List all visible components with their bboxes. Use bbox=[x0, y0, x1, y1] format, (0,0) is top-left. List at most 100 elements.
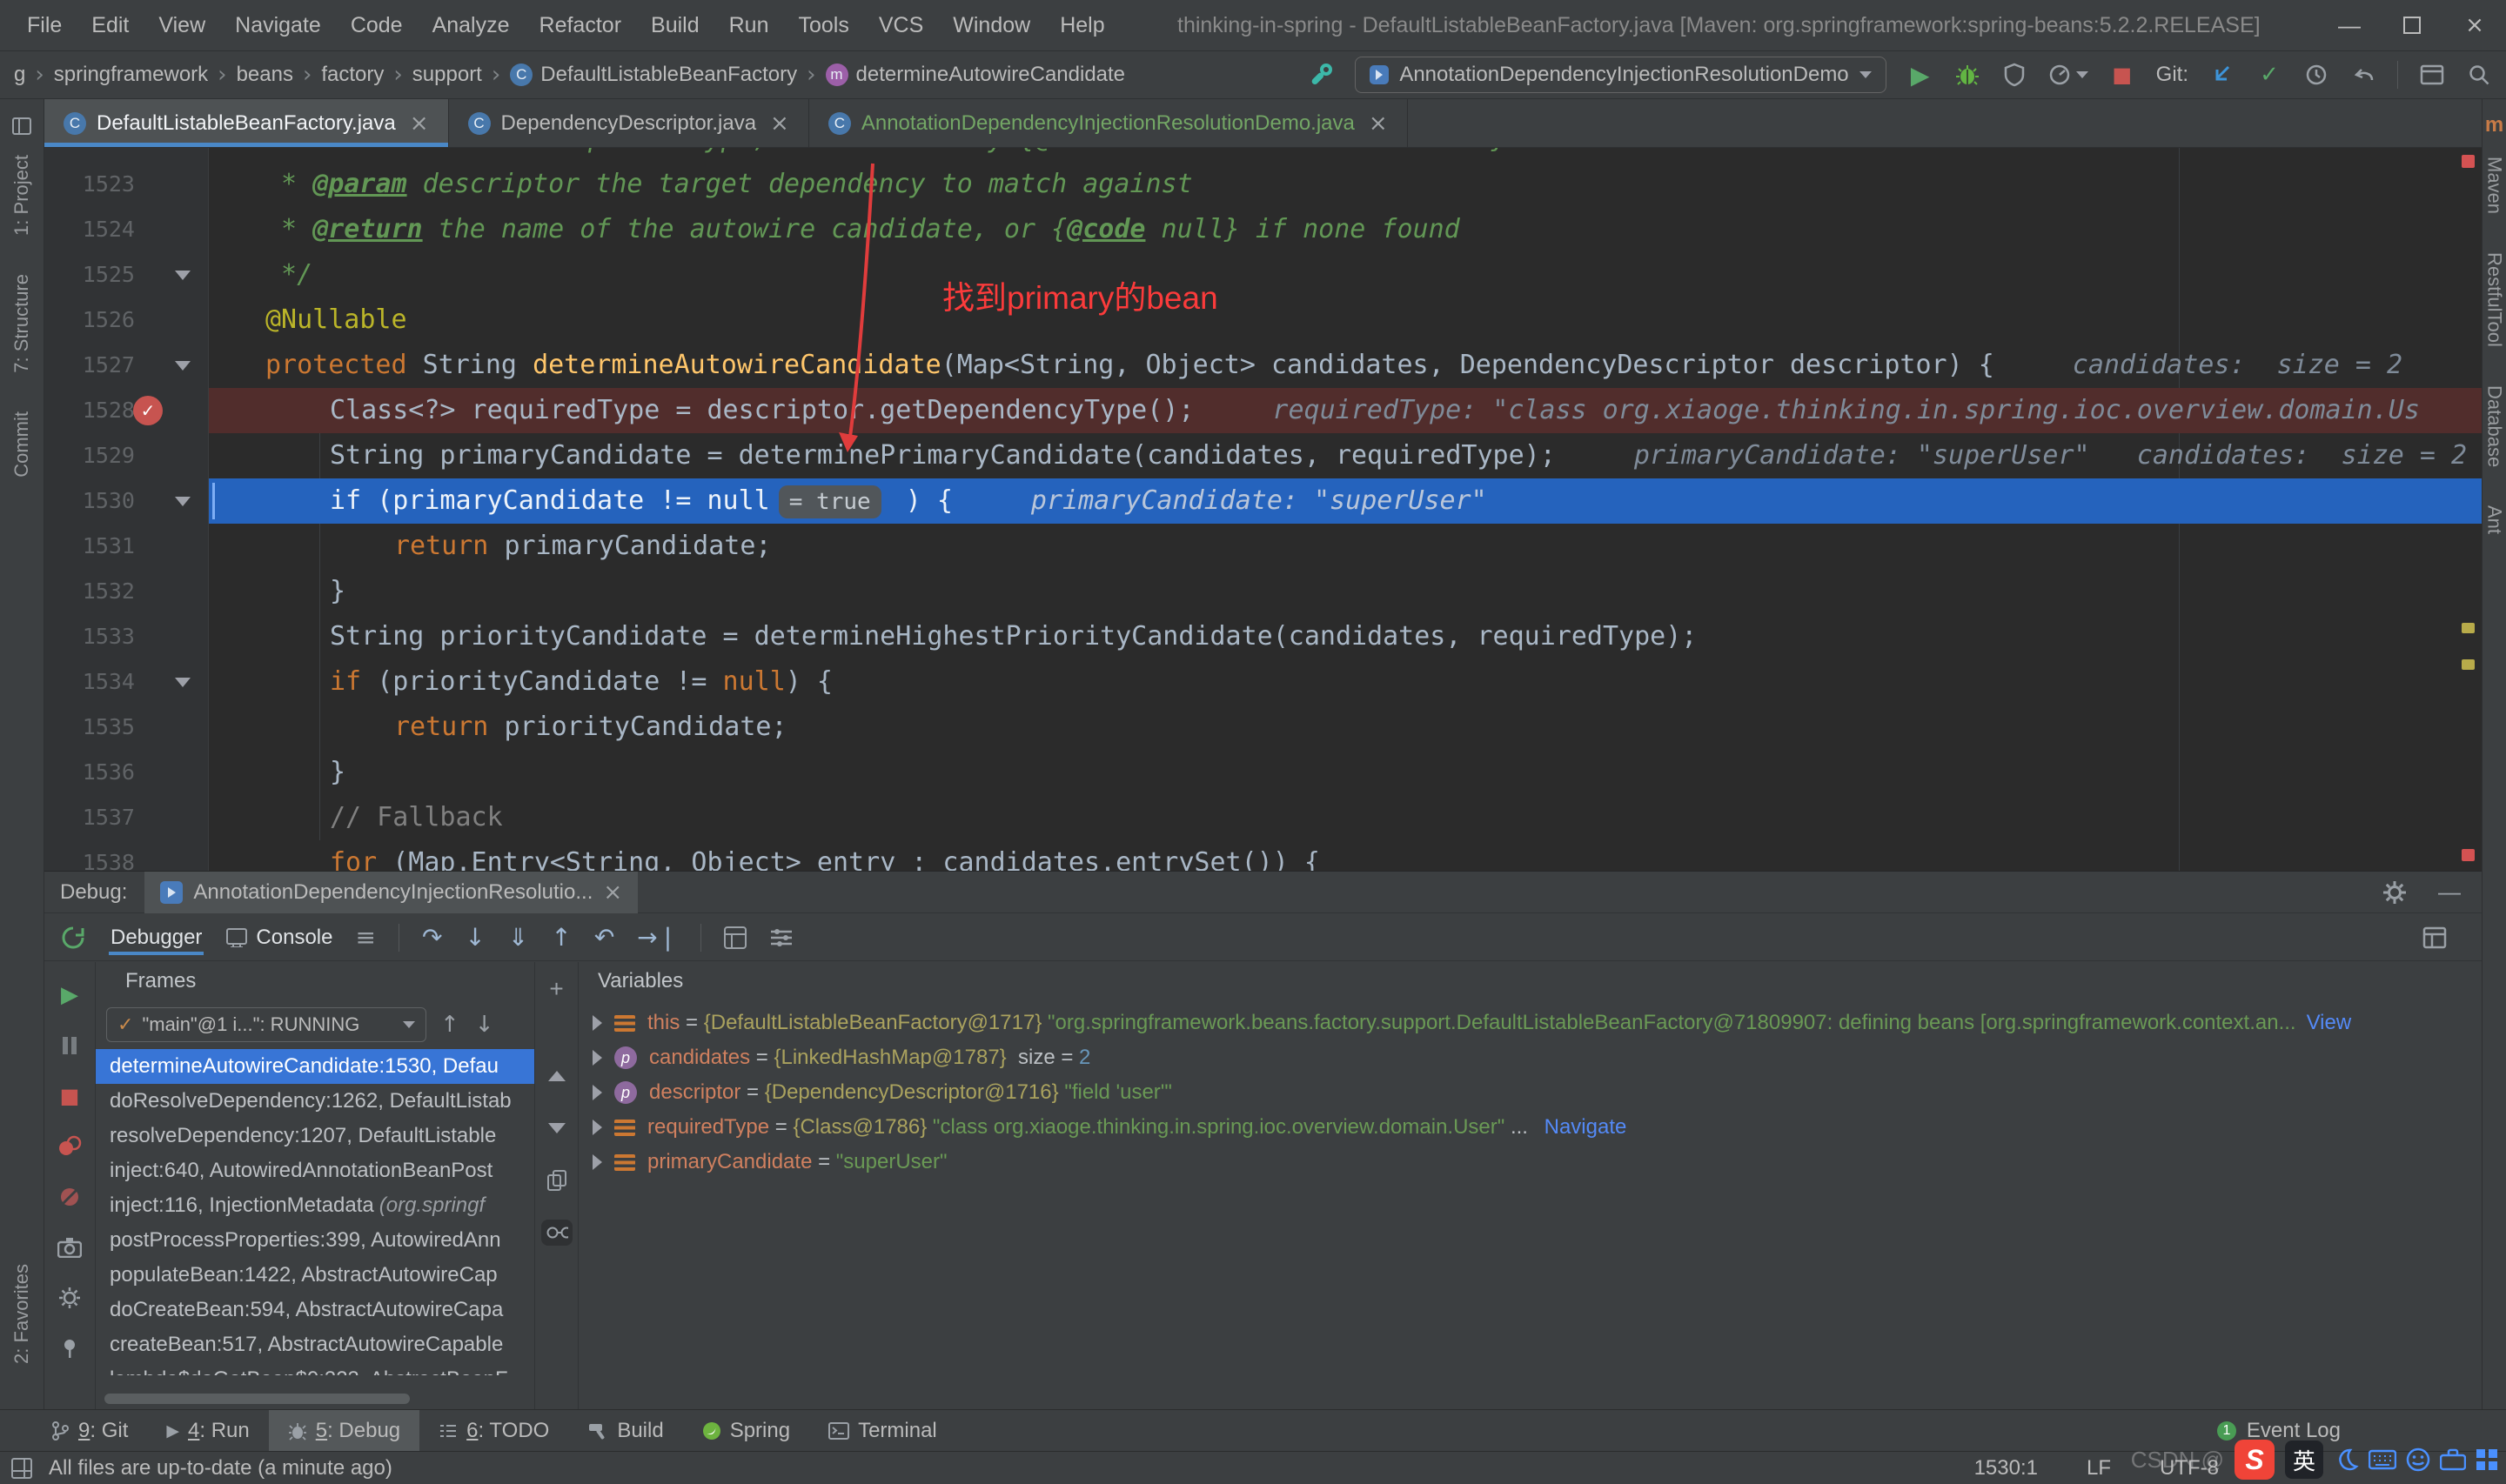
step-out-icon[interactable]: ↑ bbox=[551, 923, 571, 952]
code-line[interactable]: 1526 @Nullable bbox=[44, 297, 2482, 343]
thread-dump-icon[interactable] bbox=[56, 1233, 84, 1261]
code-line[interactable]: 1525 */ bbox=[44, 252, 2482, 297]
stack-frame[interactable]: createBean:517, AbstractAutowireCapable bbox=[96, 1327, 534, 1362]
fold-icon[interactable] bbox=[175, 678, 191, 687]
stop-button[interactable]: ■ bbox=[2109, 60, 2135, 90]
breakpoint-icon[interactable]: ✓ bbox=[133, 396, 163, 425]
code-line[interactable]: 1522 * that match the required type, as … bbox=[44, 148, 2482, 162]
close-icon[interactable]: × bbox=[410, 110, 429, 137]
variable-link[interactable]: View bbox=[2307, 1011, 2352, 1035]
menu-analyze[interactable]: Analyze bbox=[418, 0, 525, 50]
breadcrumb-item[interactable]: g bbox=[14, 63, 25, 87]
previous-frame-icon[interactable]: ↑ bbox=[440, 1012, 459, 1038]
tool-button-9-git[interactable]: 9: Git bbox=[31, 1410, 147, 1451]
step-over-icon[interactable]: ↷ bbox=[422, 923, 442, 952]
drop-frame-icon[interactable]: ↶ bbox=[594, 923, 614, 952]
menu-help[interactable]: Help bbox=[1045, 0, 1119, 50]
search-everywhere-button[interactable] bbox=[2466, 60, 2492, 90]
restore-windows-icon[interactable] bbox=[2419, 60, 2445, 90]
expand-icon[interactable] bbox=[593, 1120, 602, 1135]
tool-window-button-ant[interactable]: Ant bbox=[2483, 505, 2506, 534]
editor-tab[interactable]: C DefaultListableBeanFactory.java × bbox=[44, 99, 449, 147]
gutter[interactable]: 1537 bbox=[44, 795, 209, 840]
debug-button[interactable] bbox=[1954, 60, 1980, 90]
run-button[interactable]: ▶ bbox=[1907, 60, 1933, 90]
menu-tools[interactable]: Tools bbox=[783, 0, 863, 50]
tool-window-button-database[interactable]: Database bbox=[2483, 385, 2506, 467]
history-button[interactable] bbox=[2303, 60, 2329, 90]
fold-icon[interactable] bbox=[175, 361, 191, 371]
breadcrumb-item[interactable]: springframework bbox=[54, 63, 208, 87]
debug-settings-icon[interactable] bbox=[56, 1284, 84, 1312]
stack-frame[interactable]: postProcessProperties:399, AutowiredAnn bbox=[96, 1223, 534, 1258]
stack-frame[interactable]: doCreateBean:594, AbstractAutowireCapa bbox=[96, 1293, 534, 1327]
wrench-icon[interactable] bbox=[1308, 60, 1334, 90]
code-text[interactable]: return priorityCandidate; bbox=[209, 705, 2482, 750]
code-text[interactable]: * @param descriptor the target dependenc… bbox=[209, 162, 2482, 207]
pause-button[interactable] bbox=[56, 1032, 84, 1060]
gutter[interactable]: 1538 bbox=[44, 840, 209, 871]
next-frame-icon[interactable]: ↓ bbox=[475, 1012, 494, 1038]
code-line[interactable]: 1529 String primaryCandidate = determineP… bbox=[44, 433, 2482, 478]
hide-panel-icon[interactable]: — bbox=[2438, 879, 2461, 906]
debug-session-tab[interactable]: AnnotationDependencyInjectionResolutio..… bbox=[144, 871, 639, 913]
code-text[interactable]: // Fallback bbox=[209, 795, 2482, 840]
evaluate-expression-icon[interactable] bbox=[724, 926, 747, 949]
breadcrumb-item[interactable]: support bbox=[412, 63, 482, 87]
copy-icon[interactable] bbox=[541, 1167, 573, 1193]
code-line[interactable]: 1532} bbox=[44, 569, 2482, 614]
code-line[interactable]: 1531 return primaryCandidate; bbox=[44, 524, 2482, 569]
stack-frame[interactable]: doResolveDependency:1262, DefaultListab bbox=[96, 1084, 534, 1119]
expand-icon[interactable] bbox=[593, 1050, 602, 1066]
code-text[interactable]: for (Map.Entry<String, Object> entry : c… bbox=[209, 840, 2482, 871]
mute-breakpoints-icon[interactable] bbox=[56, 1183, 84, 1211]
show-watches-icon[interactable] bbox=[540, 1220, 573, 1246]
error-stripe-mark[interactable] bbox=[2462, 155, 2475, 168]
scrollbar-thumb[interactable] bbox=[104, 1394, 411, 1404]
menu-navigate[interactable]: Navigate bbox=[220, 0, 336, 50]
tool-button-4-run[interactable]: ▶ 4: Run bbox=[147, 1410, 268, 1451]
code-line[interactable]: 1535 return priorityCandidate; bbox=[44, 705, 2482, 750]
scroll-down-icon[interactable] bbox=[541, 1115, 573, 1141]
gutter[interactable]: 1535 bbox=[44, 705, 209, 750]
code-line[interactable]: 1528 ✓ Class<?> requiredType = descriptor.… bbox=[44, 388, 2482, 433]
stack-frame[interactable]: resolveDependency:1207, DefaultListable bbox=[96, 1119, 534, 1153]
warning-stripe-mark[interactable] bbox=[2462, 659, 2475, 670]
code-line[interactable]: 1523 * @param descriptor the target depe… bbox=[44, 162, 2482, 207]
toolwindow-quickaccess-icon[interactable] bbox=[10, 1457, 33, 1480]
stack-frame[interactable]: inject:640, AutowiredAnnotationBeanPost bbox=[96, 1153, 534, 1188]
maven-icon[interactable]: m bbox=[2485, 113, 2503, 137]
code-line[interactable]: 1527 protected String determineAutowireCa… bbox=[44, 343, 2482, 388]
gutter[interactable]: 1525 bbox=[44, 252, 209, 297]
menu-vcs[interactable]: VCS bbox=[864, 0, 938, 50]
code-text[interactable]: * that match the required type, as retur… bbox=[209, 148, 2482, 162]
layout-options-icon[interactable]: ≡ bbox=[355, 923, 375, 952]
menu-view[interactable]: View bbox=[144, 0, 220, 50]
variable-row[interactable]: primaryCandidate = "superUser" bbox=[579, 1145, 2482, 1180]
gutter[interactable]: 1531 bbox=[44, 524, 209, 569]
tab-console[interactable]: Console bbox=[226, 926, 332, 950]
tool-button-build[interactable]: Build bbox=[568, 1410, 682, 1451]
menu-refactor[interactable]: Refactor bbox=[525, 0, 636, 50]
close-icon[interactable]: × bbox=[770, 110, 789, 137]
caret-position[interactable]: 1530:1 bbox=[1974, 1456, 2038, 1481]
breadcrumb-item[interactable]: beans bbox=[237, 63, 293, 87]
gutter[interactable]: 1529 bbox=[44, 433, 209, 478]
code-line[interactable]: 1533 String priorityCandidate = determine… bbox=[44, 614, 2482, 659]
code-text[interactable]: String priorityCandidate = determineHigh… bbox=[209, 614, 2482, 659]
restore-layout-icon[interactable] bbox=[2422, 926, 2447, 949]
menu-file[interactable]: File bbox=[12, 0, 77, 50]
stack-frame[interactable]: lambda$doGetBean$0:323, AbstractBeanF bbox=[96, 1362, 534, 1375]
variable-row[interactable]: p descriptor = {DependencyDescriptor@1716… bbox=[579, 1075, 2482, 1110]
minimize-button[interactable]: — bbox=[2318, 0, 2381, 50]
close-icon[interactable]: × bbox=[1369, 110, 1388, 137]
warning-stripe-mark[interactable] bbox=[2462, 623, 2475, 633]
editor-tab[interactable]: C DependencyDescriptor.java × bbox=[449, 99, 809, 147]
stack-frame[interactable]: inject:116, InjectionMetadata (org.sprin… bbox=[96, 1188, 534, 1223]
gutter[interactable]: 1533 bbox=[44, 614, 209, 659]
code-editor[interactable]: 1522 * that match the required type, as … bbox=[44, 148, 2482, 871]
code-text[interactable]: protected String determineAutowireCandid… bbox=[209, 343, 2482, 388]
menu-run[interactable]: Run bbox=[714, 0, 784, 50]
stack-frame[interactable]: determineAutowireCandidate:1530, Defau bbox=[96, 1049, 534, 1084]
menu-code[interactable]: Code bbox=[336, 0, 418, 50]
